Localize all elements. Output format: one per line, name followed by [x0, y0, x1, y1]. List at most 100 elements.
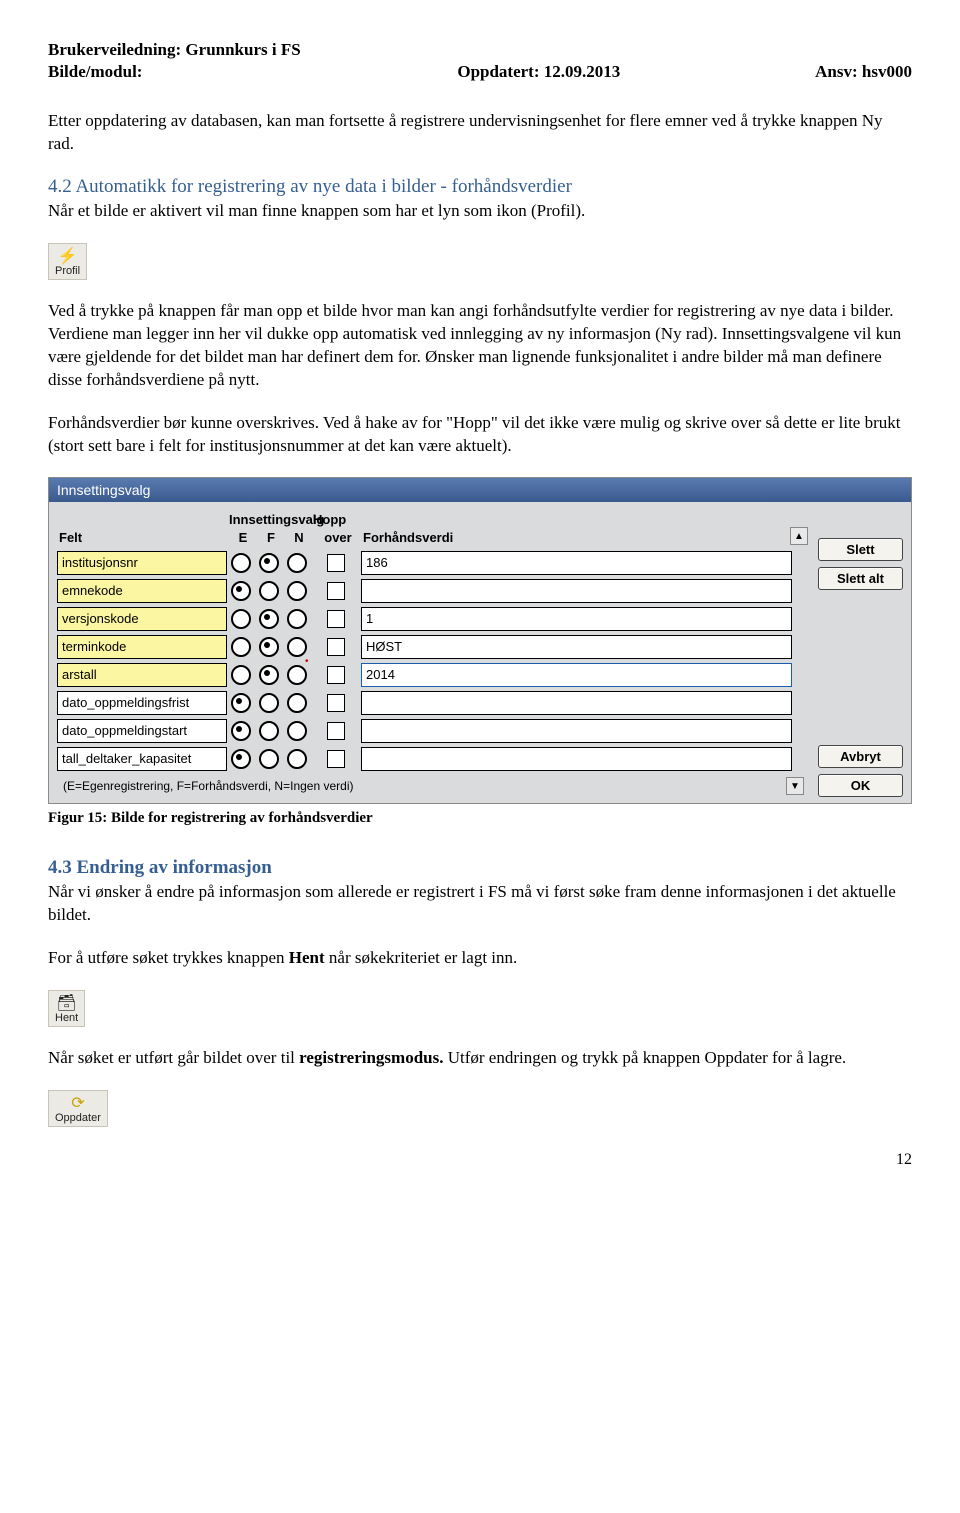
fetch-icon: 🗃: [57, 994, 77, 1012]
radio-e[interactable]: [231, 749, 251, 769]
hopp-over-checkbox[interactable]: [327, 610, 345, 628]
scroll-up-button[interactable]: ▲: [790, 527, 808, 545]
table-row: emnekode: [57, 577, 810, 605]
radio-n[interactable]: [287, 693, 307, 713]
innsettingsvalg-dialog: Innsettingsvalg Innsettingsvalg Hopp Fel…: [48, 477, 912, 804]
col-header-innsettingsvalg: Innsettingsvalg: [229, 512, 313, 527]
section-heading: 4.2 Automatikk for registrering av nye d…: [48, 176, 912, 198]
felt-cell: arstall: [57, 663, 227, 687]
radio-e[interactable]: [231, 721, 251, 741]
profil-label: Profil: [55, 265, 80, 277]
paragraph: Når vi ønsker å endre på informasjon som…: [48, 881, 912, 927]
document-header: Brukerveiledning: Grunnkurs i FS Bilde/m…: [48, 40, 912, 82]
radio-n[interactable]: [287, 749, 307, 769]
slett-button[interactable]: Slett: [818, 538, 903, 561]
felt-cell: tall_deltaker_kapasitet: [57, 747, 227, 771]
felt-cell: dato_oppmeldingstart: [57, 719, 227, 743]
felt-cell: versjonskode: [57, 607, 227, 631]
oppdater-label: Oppdater: [55, 1112, 101, 1124]
radio-e[interactable]: [231, 609, 251, 629]
forhandsverdi-input[interactable]: 1: [361, 607, 792, 631]
radio-f[interactable]: [259, 553, 279, 573]
col-header-n: N: [285, 530, 313, 545]
table-row: versjonskode 1: [57, 605, 810, 633]
forhandsverdi-input[interactable]: [361, 747, 792, 771]
forhandsverdi-input[interactable]: [361, 719, 792, 743]
figure-caption: Figur 15: Bilde for registrering av forh…: [48, 810, 912, 827]
radio-n[interactable]: [287, 581, 307, 601]
radio-n[interactable]: [287, 637, 307, 657]
hopp-over-checkbox[interactable]: [327, 722, 345, 740]
table-row: dato_oppmeldingstart: [57, 717, 810, 745]
col-header-hopp: Hopp: [313, 512, 363, 527]
hopp-over-checkbox[interactable]: [327, 666, 345, 684]
felt-cell: dato_oppmeldingsfrist: [57, 691, 227, 715]
col-header-over: over: [313, 531, 363, 545]
radio-n[interactable]: [287, 721, 307, 741]
slett-alt-button[interactable]: Slett alt: [818, 567, 903, 590]
radio-n[interactable]: [287, 609, 307, 629]
table-row: arstall•2014: [57, 661, 810, 689]
dialog-legend: (E=Egenregistrering, F=Forhåndsverdi, N=…: [63, 779, 353, 793]
profil-button[interactable]: ⚡ Profil: [48, 243, 87, 280]
table-row: tall_deltaker_kapasitet: [57, 745, 810, 773]
dialog-side-buttons: Slett Slett alt Avbryt OK: [818, 512, 903, 797]
section-heading: 4.3 Endring av informasjon: [48, 857, 912, 879]
ok-button[interactable]: OK: [818, 774, 903, 797]
paragraph: Forhåndsverdier bør kunne overskrives. V…: [48, 412, 912, 458]
radio-e[interactable]: [231, 553, 251, 573]
radio-f[interactable]: [259, 637, 279, 657]
header-updated: Oppdatert: 12.09.2013: [457, 62, 620, 82]
page-number: 12: [48, 1151, 912, 1169]
radio-f[interactable]: [259, 693, 279, 713]
felt-cell: terminkode: [57, 635, 227, 659]
radio-f[interactable]: [259, 749, 279, 769]
table-row: terminkode HØST: [57, 633, 810, 661]
radio-e[interactable]: [231, 665, 251, 685]
header-meta: Bilde/modul: Oppdatert: 12.09.2013 Ansv:…: [48, 62, 912, 82]
cursor-marker: •: [305, 656, 309, 667]
col-header-e: E: [229, 530, 257, 545]
col-header-felt: Felt: [59, 530, 229, 545]
paragraph: Når et bilde er aktivert vil man finne k…: [48, 200, 912, 223]
radio-n[interactable]: [287, 665, 307, 685]
hent-label: Hent: [55, 1012, 78, 1024]
paragraph: Når søket er utført går bildet over til …: [48, 1047, 912, 1070]
hent-button[interactable]: 🗃 Hent: [48, 990, 85, 1027]
radio-e[interactable]: [231, 581, 251, 601]
col-header-forhandsverdi: Forhåndsverdi: [363, 530, 790, 545]
refresh-icon: ⟳: [68, 1094, 88, 1112]
dialog-main: Innsettingsvalg Hopp Felt E F N over For…: [57, 512, 810, 797]
avbryt-button[interactable]: Avbryt: [818, 745, 903, 768]
forhandsverdi-input[interactable]: 2014: [361, 663, 792, 687]
radio-f[interactable]: [259, 581, 279, 601]
col-header-f: F: [257, 530, 285, 545]
hopp-over-checkbox[interactable]: [327, 582, 345, 600]
dialog-titlebar: Innsettingsvalg: [49, 478, 911, 502]
felt-cell: emnekode: [57, 579, 227, 603]
radio-e[interactable]: [231, 693, 251, 713]
forhandsverdi-input[interactable]: HØST: [361, 635, 792, 659]
hopp-over-checkbox[interactable]: [327, 694, 345, 712]
table-row: institusjonsnr 186: [57, 549, 810, 577]
forhandsverdi-input[interactable]: [361, 579, 792, 603]
radio-f[interactable]: [259, 665, 279, 685]
hopp-over-checkbox[interactable]: [327, 638, 345, 656]
paragraph: Etter oppdatering av databasen, kan man …: [48, 110, 912, 156]
radio-f[interactable]: [259, 721, 279, 741]
scroll-down-button[interactable]: ▼: [786, 777, 804, 795]
hopp-over-checkbox[interactable]: [327, 554, 345, 572]
forhandsverdi-input[interactable]: [361, 691, 792, 715]
header-responsible: Ansv: hsv000: [815, 62, 912, 82]
felt-cell: institusjonsnr: [57, 551, 227, 575]
radio-n[interactable]: [287, 553, 307, 573]
radio-e[interactable]: [231, 637, 251, 657]
hopp-over-checkbox[interactable]: [327, 750, 345, 768]
lightning-icon: ⚡: [58, 247, 78, 265]
radio-f[interactable]: [259, 609, 279, 629]
paragraph: For å utføre søket trykkes knappen Hent …: [48, 947, 912, 970]
header-title: Brukerveiledning: Grunnkurs i FS: [48, 40, 912, 60]
forhandsverdi-input[interactable]: 186: [361, 551, 792, 575]
oppdater-button[interactable]: ⟳ Oppdater: [48, 1090, 108, 1127]
header-module: Bilde/modul:: [48, 62, 142, 82]
